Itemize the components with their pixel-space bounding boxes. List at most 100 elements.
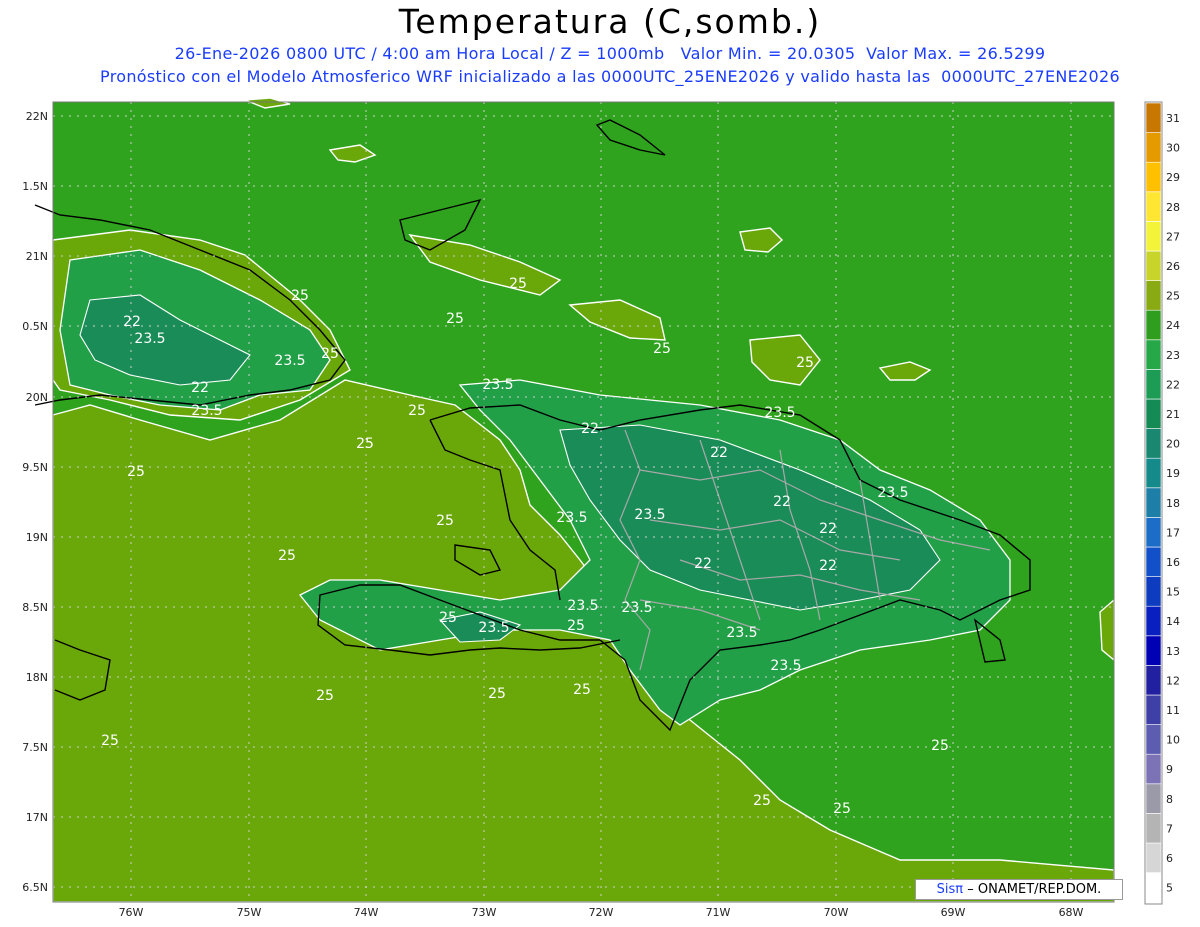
contour-label: 25 [567,618,585,634]
colorbar-swatch [1145,428,1162,459]
contour-label: 23.5 [274,353,305,369]
lon-label: 72W [589,906,614,919]
colorbar-swatch [1145,842,1162,873]
lon-label: 69W [941,906,966,919]
colorbar-label: 23 [1166,349,1180,362]
colorbar-label: 30 [1166,142,1180,155]
contour-label: 22 [773,494,791,510]
contour-label: 25 [436,513,454,529]
colorbar-label: 21 [1166,408,1180,421]
colorbar-label: 29 [1166,171,1180,184]
longitude-labels: 76W 75W 74W 73W 72W 71W 70W 69W 68W [119,906,1084,919]
contour-label: 22 [819,521,837,537]
lat-label: 6.5N [22,881,48,894]
colorbar-label: 12 [1166,674,1180,687]
colorbar-label: 27 [1166,230,1180,243]
colorbar-label: 6 [1166,852,1173,865]
lat-label: 21N [26,250,48,263]
colorbar-label: 10 [1166,734,1180,747]
colorbar-swatch [1145,487,1162,518]
colorbar-swatch [1145,724,1162,755]
lon-label: 76W [119,906,144,919]
colorbar-label: 9 [1166,763,1173,776]
colorbar-swatch [1145,872,1162,903]
colorbar-label: 18 [1166,497,1180,510]
contour-label: 22 [819,558,837,574]
colorbar-swatch [1145,517,1162,548]
contour-label: 25 [101,733,119,749]
colorbar-label: 22 [1166,378,1180,391]
contour-label: 25 [488,686,506,702]
contour-label: 23.5 [134,331,165,347]
colorbar-swatch [1145,221,1162,252]
colorbar-label: 26 [1166,260,1180,273]
contour-label: 25 [356,436,374,452]
contour-label: 25 [653,341,671,357]
colorbar-label: 28 [1166,201,1180,214]
contour-label: 23.5 [764,405,795,421]
colorbar-swatch [1145,280,1162,311]
colorbar-swatch [1145,339,1162,370]
contour-label: 22 [191,380,209,396]
lat-label: 7.5N [22,741,48,754]
lon-label: 71W [706,906,731,919]
colorbar-label: 13 [1166,645,1180,658]
colorbar-swatch [1145,753,1162,785]
colorbar: 31 30 29 28 27 26 25 24 23 22 21 20 19 18 17 16 15 14 13 12… [1144,101,1180,905]
colorbar-swatch [1145,102,1162,133]
contour-label: 22 [581,421,599,437]
colorbar-label: 15 [1166,586,1180,599]
colorbar-label: 5 [1166,882,1173,895]
colorbar-label: 8 [1166,793,1173,806]
contour-label: 25 [753,793,771,809]
colorbar-swatch [1145,665,1162,696]
colorbar-swatch [1145,783,1162,814]
contour-label: 25 [446,311,464,327]
colorbar-swatch [1145,398,1162,429]
colorbar-label: 20 [1166,438,1180,451]
lat-label: 8.5N [22,601,48,614]
contour-label: 22 [710,445,728,461]
contour-label: 23.5 [621,600,652,616]
contour-label: 23.5 [634,507,665,523]
lat-label: 20N [26,391,48,404]
colorbar-swatch [1145,369,1162,400]
colorbar-label: 16 [1166,556,1180,569]
contour-label: 25 [127,464,145,480]
sispi-logo-text: Sisπ [936,882,964,897]
colorbar-swatch [1145,161,1162,193]
contour-label: 23.5 [770,658,801,674]
lat-label: 1.5N [22,180,48,193]
contour-label: 25 [278,548,296,564]
colorbar-label: 11 [1166,704,1180,717]
lat-label: 18N [26,671,48,684]
lon-label: 74W [354,906,379,919]
lat-label: 0.5N [22,320,48,333]
contour-label: 23.5 [482,377,513,393]
contour-label: 25 [796,355,814,371]
contour-label: 23.5 [726,625,757,641]
contour-label: 25 [931,738,949,754]
contour-label: 22 [694,556,712,572]
credit-text: – ONAMET/REP.DOM. [967,882,1102,897]
contour-label: 22 [123,314,141,330]
contour-label: 23.5 [877,485,908,501]
contour-label: 25 [316,688,334,704]
colorbar-label: 14 [1166,615,1180,628]
credit-badge: Sisπ – ONAMET/REP.DOM. [915,879,1123,900]
contour-label: 25 [573,682,591,698]
contour-label: 23.5 [556,510,587,526]
lat-label: 17N [26,811,48,824]
contour-label: 25 [321,346,339,362]
colorbar-swatch [1145,813,1162,844]
contour-label: 23.5 [567,598,598,614]
colorbar-swatch [1145,250,1162,281]
colorbar-label: 25 [1166,290,1180,303]
contour-label: 25 [408,403,426,419]
colorbar-swatch [1145,457,1162,489]
contour-label: 25 [833,801,851,817]
contour-label: 25 [509,276,527,292]
lon-label: 68W [1059,906,1084,919]
contour-label: 23.5 [478,620,509,636]
colorbar-label: 19 [1166,467,1180,480]
